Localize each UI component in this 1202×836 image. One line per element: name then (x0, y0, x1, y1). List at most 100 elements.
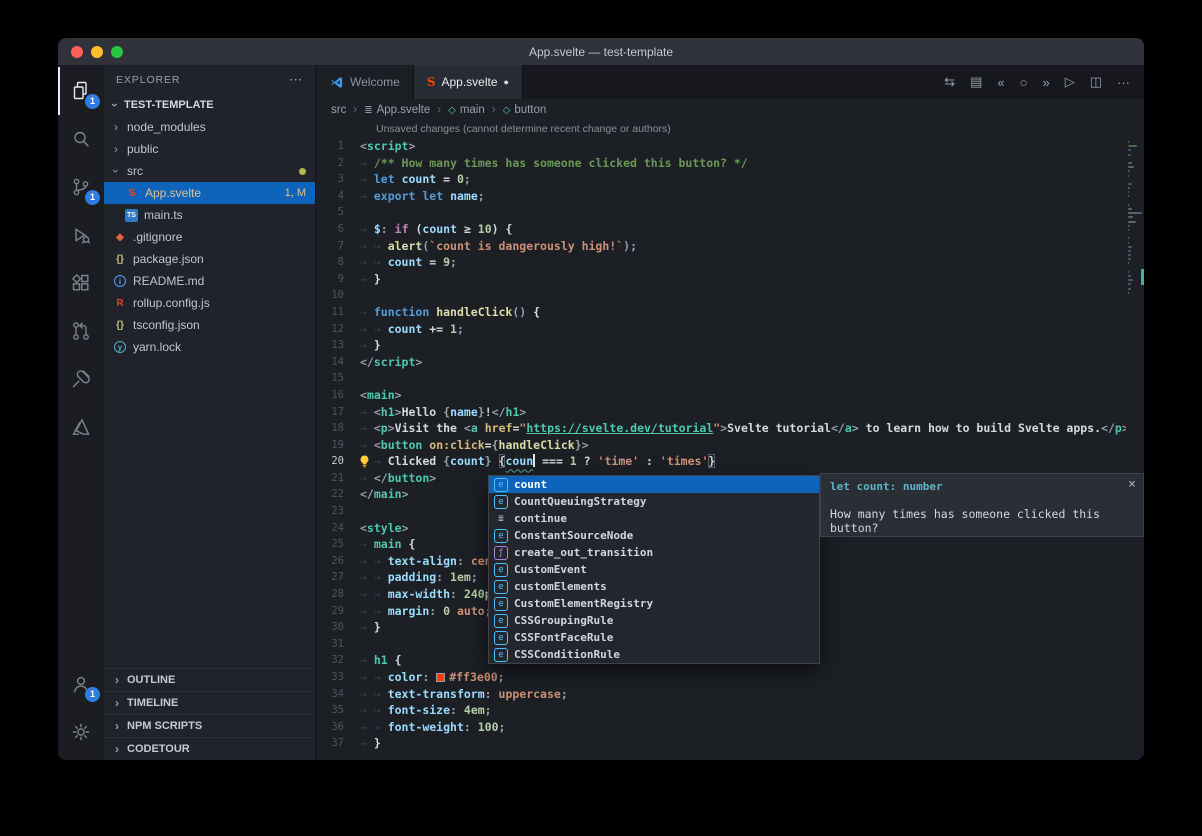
code-line[interactable]: 13→ } (316, 337, 1144, 354)
sidebar-panel-outline[interactable]: OUTLINE (104, 668, 315, 691)
code-line[interactable]: 33→ → color: #ff3e00; (316, 669, 1144, 686)
panel-label: NPM SCRIPTS (127, 720, 202, 732)
code-line[interactable]: 6→ $: if (count ≥ 10) { (316, 221, 1144, 238)
suggestion-continue[interactable]: ≣continue (489, 510, 819, 527)
close-window-button[interactable] (71, 46, 83, 58)
tab-welcome[interactable]: Welcome (316, 65, 414, 99)
activity-github-pr-icon[interactable] (58, 307, 104, 355)
code-line[interactable]: 18→ <p>Visit the <a href="https://svelte… (316, 420, 1144, 437)
code-line[interactable]: 5 (316, 204, 1144, 221)
minimap[interactable] (1126, 121, 1144, 760)
suggestion-constantsourcenode[interactable]: eConstantSourceNode (489, 527, 819, 544)
code-line[interactable]: 8→ → count = 9; (316, 254, 1144, 271)
code-line[interactable]: 7→ → alert(`count is dangerously high!`)… (316, 238, 1144, 255)
tree-item-node-modules[interactable]: node_modules (104, 116, 315, 138)
tree-item-app-svelte[interactable]: SApp.svelte1, M (104, 182, 315, 204)
code-line[interactable]: 34→ → text-transform: uppercase; (316, 686, 1144, 703)
badge: 1 (85, 190, 100, 205)
line-number: 25 (316, 536, 360, 553)
git-status-badge: 1, M (285, 187, 306, 199)
tree-item-rollup-config-js[interactable]: Rrollup.config.js (104, 292, 315, 314)
code-line[interactable]: 9→ } (316, 271, 1144, 288)
code-line[interactable]: 20→ → Clicked {count} {coun === 1 ? 'tim… (316, 453, 1144, 470)
code-line[interactable]: 14</script> (316, 354, 1144, 371)
code-editor[interactable]: Unsaved changes (cannot determine recent… (316, 121, 1144, 760)
code-line[interactable]: 19→ <button on:click={handleClick}> (316, 437, 1144, 454)
split-editor-icon[interactable]: ◫ (1090, 74, 1102, 90)
code-line[interactable]: 35→ → font-size: 4em; (316, 702, 1144, 719)
breadcrumb-item-src[interactable]: src (331, 104, 346, 116)
activity-account-icon[interactable]: 1 (58, 660, 104, 708)
suggestion-cssconditionrule[interactable]: eCSSConditionRule (489, 646, 819, 663)
explorer-more-actions-icon[interactable] (290, 74, 303, 86)
tree-item-yarn-lock[interactable]: yyarn.lock (104, 336, 315, 358)
activity-extensions-icon[interactable] (58, 259, 104, 307)
breadcrumb-item-button[interactable]: ◇button (503, 104, 547, 116)
line-content: → } (360, 619, 381, 636)
tree-item-tsconfig-json[interactable]: {}tsconfig.json (104, 314, 315, 336)
activity-settings-icon[interactable] (58, 708, 104, 756)
tree-item-label: README.md (133, 274, 204, 288)
suggestion-customelements[interactable]: ecustomElements (489, 578, 819, 595)
line-content: <script> (360, 138, 415, 155)
suggestion-countqueuingstrategy[interactable]: eCountQueuingStrategy (489, 493, 819, 510)
activity-source-control-icon[interactable]: 1 (58, 163, 104, 211)
code-line[interactable]: 2→ /** How many times has someone clicke… (316, 155, 1144, 172)
lightbulb-icon[interactable] (357, 454, 372, 469)
previous-change-icon[interactable]: « (997, 75, 1004, 90)
breadcrumb-item-main[interactable]: ◇main (448, 104, 485, 116)
code-line[interactable]: 4→ export let name; (316, 188, 1144, 205)
sidebar-panel-codetour[interactable]: CODETOUR (104, 737, 315, 760)
next-change-icon[interactable]: » (1042, 75, 1049, 90)
tree-item-readme-md[interactable]: iREADME.md (104, 270, 315, 292)
code-line[interactable]: 10 (316, 287, 1144, 304)
code-line[interactable]: 1<script> (316, 138, 1144, 155)
suggestion-cssfontfacerule[interactable]: eCSSFontFaceRule (489, 629, 819, 646)
breadcrumb-separator: › (492, 104, 496, 116)
zoom-window-button[interactable] (111, 46, 123, 58)
project-section-header[interactable]: TEST-TEMPLATE (104, 94, 315, 116)
suggestion-cssgroupingrule[interactable]: eCSSGroupingRule (489, 612, 819, 629)
code-line[interactable]: 17→ <h1>Hello {name}!</h1> (316, 404, 1144, 421)
breadcrumb-item-app-svelte[interactable]: ≣App.svelte (364, 104, 430, 116)
symbol-icon: ◇ (448, 105, 456, 116)
compare-changes-icon[interactable]: ⇆ (944, 74, 955, 90)
line-number: 4 (316, 188, 360, 205)
sidebar-panel-timeline[interactable]: TIMELINE (104, 691, 315, 714)
tree-item-package-json[interactable]: {}package.json (104, 248, 315, 270)
tree-item-public[interactable]: public (104, 138, 315, 160)
line-content: → → padding: 1em; (360, 569, 478, 586)
tree-item-gitignore[interactable]: ◆.gitignore (104, 226, 315, 248)
code-line[interactable]: 15 (316, 370, 1144, 387)
line-number: 15 (316, 370, 360, 387)
suggestion-label: CSSGroupingRule (514, 614, 613, 627)
sidebar-panel-npm-scripts[interactable]: NPM SCRIPTS (104, 714, 315, 737)
activity-azure-icon[interactable] (58, 403, 104, 451)
code-line[interactable]: 11→ function handleClick() { (316, 304, 1144, 321)
code-line[interactable]: 3→ let count = 0; (316, 171, 1144, 188)
tree-item-src[interactable]: src (104, 160, 315, 182)
line-number: 7 (316, 238, 360, 255)
badge: 1 (85, 687, 100, 702)
tree-item-main-ts[interactable]: TSmain.ts (104, 204, 315, 226)
code-line[interactable]: 16<main> (316, 387, 1144, 404)
activity-search-icon[interactable] (58, 115, 104, 163)
code-line[interactable]: 12→ → count += 1; (316, 321, 1144, 338)
activity-run-debug-icon[interactable] (58, 211, 104, 259)
suggestion-customelementregistry[interactable]: eCustomElementRegistry (489, 595, 819, 612)
suggestion-customevent[interactable]: eCustomEvent (489, 561, 819, 578)
activity-explorer-icon[interactable]: 1 (58, 67, 104, 115)
code-line[interactable]: 37→ } (316, 735, 1144, 752)
close-icon[interactable] (1128, 477, 1136, 492)
tree-item-label: yarn.lock (133, 340, 181, 354)
activity-remote-icon[interactable] (58, 355, 104, 403)
suggestion-create-out-transition[interactable]: ƒcreate_out_transition (489, 544, 819, 561)
code-line[interactable]: 36→ → font-weight: 100; (316, 719, 1144, 736)
tab-app-svelte[interactable]: SApp.svelte● (414, 65, 523, 99)
suggestion-count[interactable]: ecount (489, 476, 819, 493)
open-preview-icon[interactable]: ▤ (970, 74, 982, 90)
minimize-window-button[interactable] (91, 46, 103, 58)
run-file-icon[interactable]: ▷ (1065, 74, 1075, 90)
more-actions-icon[interactable]: ··· (1117, 75, 1130, 90)
annotate-icon[interactable]: ○ (1020, 75, 1028, 90)
